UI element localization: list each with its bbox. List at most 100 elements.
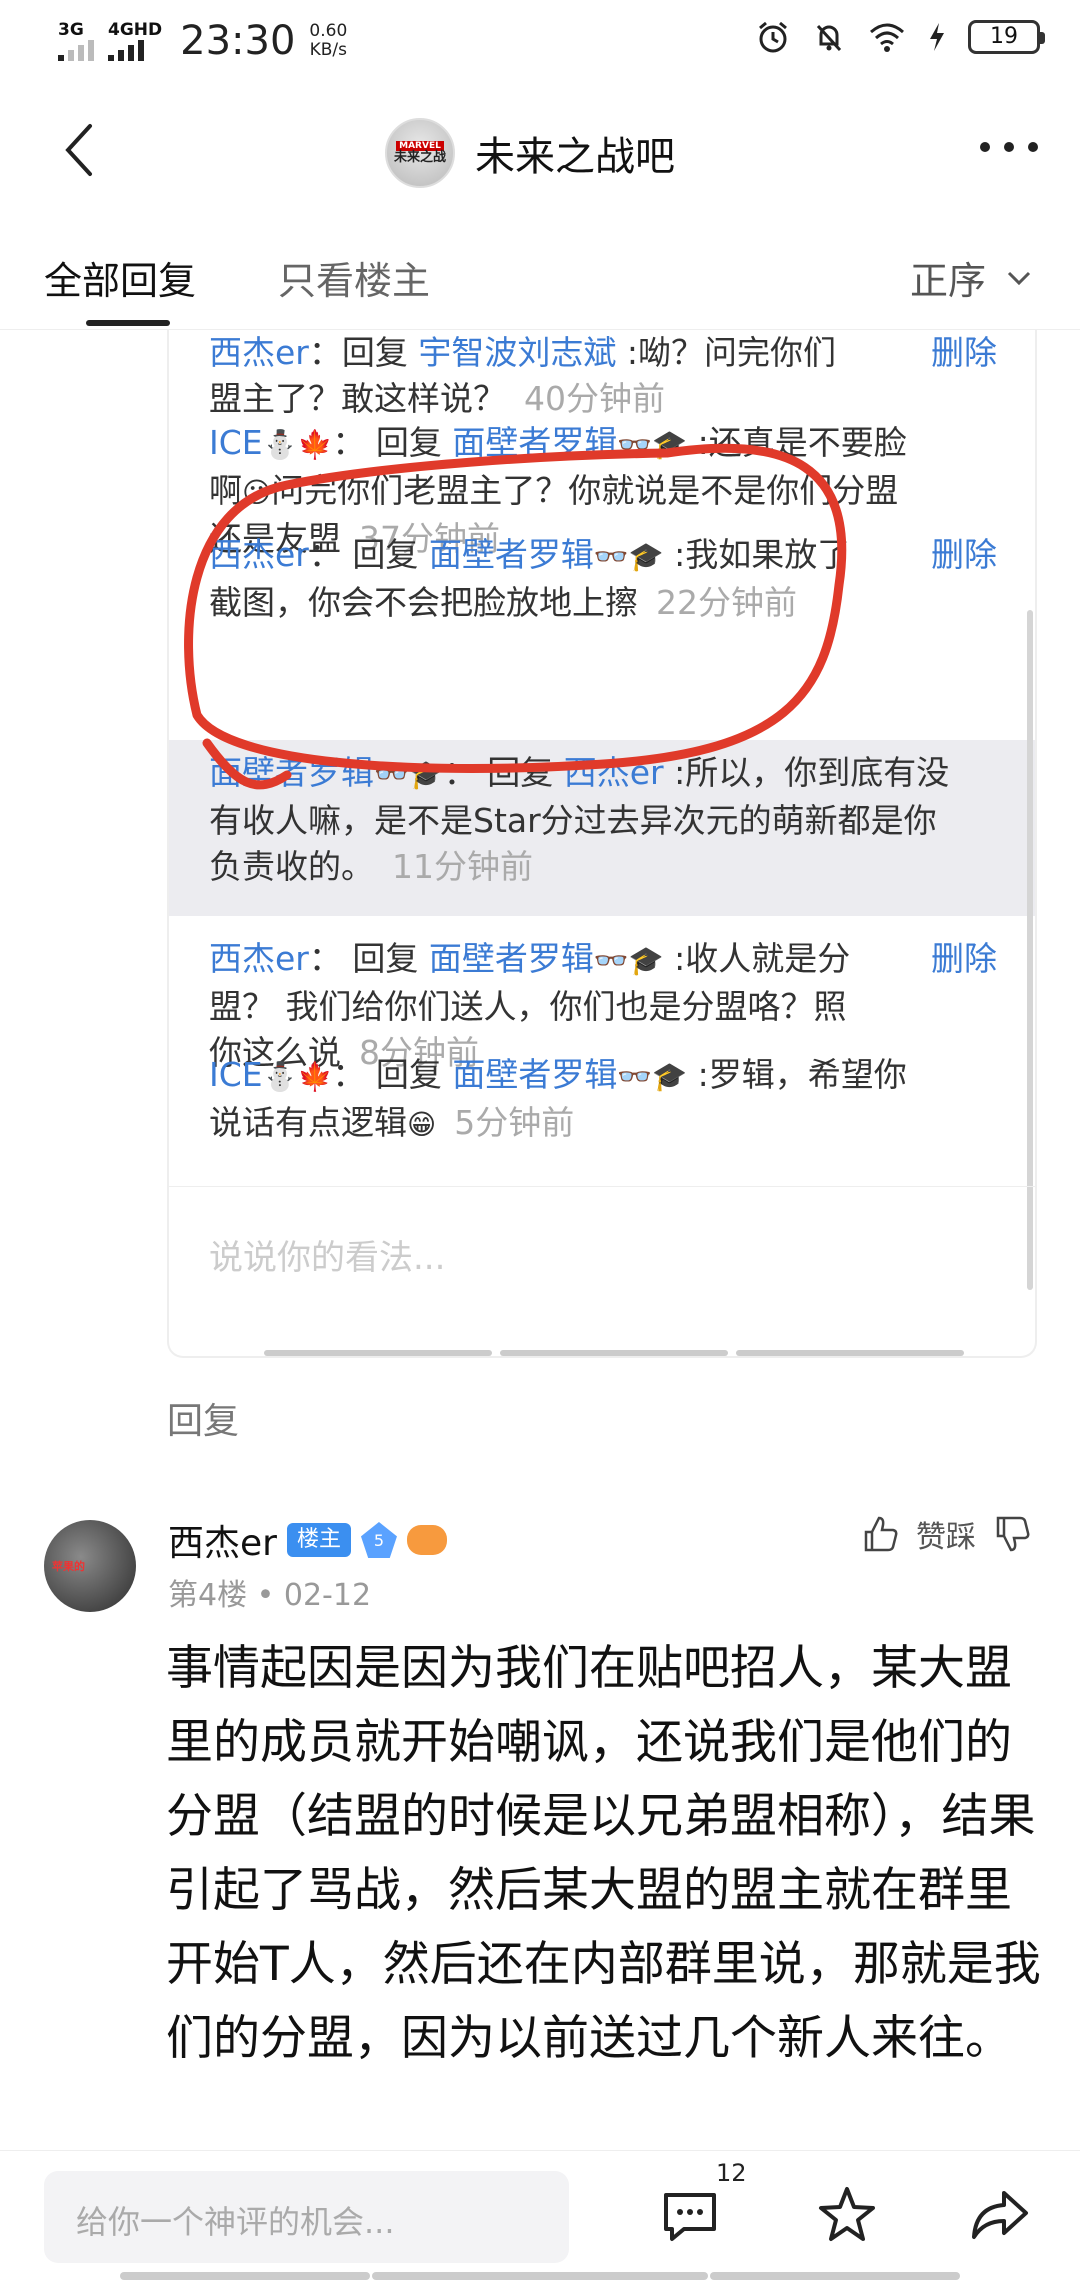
reply-text: :还真是不要脸	[697, 423, 907, 462]
reply-word: 回复	[352, 535, 419, 574]
reply-word: 回复	[341, 333, 408, 372]
reply-text: :所以，你到底有没	[674, 753, 950, 792]
list-item: ICE⛄🍁： 回复 面壁者罗辑👓🎓 :罗辑，希望你 说话有点逻辑😁 5分钟前	[209, 1055, 907, 1142]
tab-all-replies[interactable]: 全部回复	[44, 250, 196, 305]
reply-tabs: 全部回复 只看楼主 正序	[0, 230, 1080, 330]
op-badge: 楼主	[286, 1523, 351, 1557]
sort-dropdown[interactable]: 正序	[910, 250, 1032, 305]
badge-icons: 👓🎓	[617, 1060, 688, 1093]
reply-time: 22分钟前	[656, 583, 797, 622]
badge-icons: 👓🎓	[374, 758, 444, 791]
share-icon[interactable]	[968, 2183, 1032, 2247]
comment-icon[interactable]	[658, 2183, 722, 2247]
reply-user: 西杰er	[209, 333, 309, 372]
reply-text-line: 盟主了？敢这样说？	[209, 379, 506, 418]
gesture-bar	[372, 2272, 708, 2280]
thumbs-up-icon[interactable]	[860, 1514, 900, 1554]
forum-avatar[interactable]: MARVEL 未来之战	[385, 118, 455, 188]
comment-input[interactable]: 给你一个神评的机会...	[44, 2171, 569, 2263]
reply-time: 11分钟前	[392, 847, 533, 886]
nav-bar: MARVEL 未来之战 未来之战吧	[0, 90, 1080, 210]
emoji-icon: 😁	[407, 1108, 437, 1141]
reply-time: 5分钟前	[454, 1103, 575, 1142]
scrollbar	[1027, 610, 1033, 1290]
network-label: 3G	[58, 20, 84, 40]
thumbs-down-icon[interactable]	[992, 1514, 1032, 1554]
reply-text-line: 截图，你会不会把脸放地上擦	[209, 583, 638, 622]
sort-label: 正序	[909, 259, 986, 303]
speed-unit: KB/s	[309, 40, 348, 60]
reply-text-line: 有收人嘛，是不是Star分过去异次元的萌新都是你	[209, 801, 937, 840]
reply-user: ICE	[209, 1055, 263, 1094]
list-item: 西杰er： 回复 面壁者罗辑👓🎓 :我如果放了 截图，你会不会把脸放地上擦 22分…	[209, 535, 851, 622]
delete-link: 删除	[931, 535, 997, 574]
level-badge-icon: 5	[360, 1522, 397, 1558]
signal-bars-icon	[108, 39, 144, 61]
signal-3g: 3G	[58, 21, 94, 61]
clock: 23:30	[180, 18, 296, 64]
network-speed: 0.60 KB/s	[309, 22, 347, 60]
post-author-row: 西杰er 楼主 5	[168, 1514, 447, 1566]
badge-icons: 👓🎓	[617, 428, 688, 461]
post-meta: 第4楼 • 02-12	[168, 1570, 371, 1614]
reply-user: 西杰er	[209, 535, 309, 574]
list-item: 西杰er：回复 宇智波刘志斌 :呦？问完你们 盟主了？敢这样说？ 40分钟前	[209, 333, 836, 418]
more-menu-icon[interactable]	[980, 142, 1038, 152]
back-arrow-icon[interactable]	[60, 120, 100, 180]
snowman-icon: ⛄🍁	[262, 1060, 333, 1093]
reply-user: 西杰er	[209, 939, 309, 978]
emoji-icon: 😐	[242, 476, 272, 509]
tab-op-only[interactable]: 只看楼主	[278, 250, 430, 305]
gamepad-icon	[406, 1525, 447, 1555]
comment-count: 12	[716, 2159, 747, 2187]
alarm-icon	[759, 21, 787, 53]
speed-value: 0.60	[309, 21, 348, 41]
post-date: 02-12	[283, 1578, 372, 1613]
battery-icon: 19	[968, 20, 1045, 54]
reply-word: 回复	[375, 1055, 442, 1094]
mute-bell-icon	[816, 24, 842, 52]
badge-icons: 👓🎓	[593, 944, 664, 977]
reply-target: 面壁者罗辑	[452, 1055, 618, 1094]
like-dislike: 赞踩	[860, 1512, 1032, 1556]
post-author[interactable]: 西杰er	[168, 1514, 277, 1566]
avatar[interactable]: 苹果的	[44, 1520, 136, 1612]
reply-text-line: 盟？ 我们给你们送人，你们也是分盟咯？照	[209, 987, 847, 1026]
reply-user: 面壁者罗辑	[209, 753, 374, 792]
reply-target: 面壁者罗辑	[428, 535, 594, 574]
tab-indicator	[86, 320, 170, 326]
reply-text: :我如果放了	[674, 535, 851, 574]
reply-text-line: 问完你们老盟主了？你就说是不是你们分盟	[271, 471, 899, 510]
status-bar: 3G 4GHD 23:30 0.60 KB/s 19	[0, 0, 1080, 90]
reply-word: 回复	[487, 753, 554, 792]
reply-text-line: 负责收的。	[209, 847, 374, 886]
network-label: 4GHD	[108, 20, 163, 40]
charging-icon	[930, 23, 944, 51]
reply-time: 40分钟前	[524, 379, 665, 418]
forum-title[interactable]: 未来之战吧	[475, 124, 675, 182]
star-icon[interactable]	[815, 2183, 879, 2247]
reply-text: :呦？问完你们	[626, 333, 836, 372]
reply-word: 回复	[375, 423, 442, 462]
reply-target: 西杰er	[563, 753, 664, 792]
delete-link: 删除	[931, 333, 997, 372]
gesture-bar	[710, 2272, 960, 2280]
dot-separator: •	[256, 1578, 284, 1613]
avatar-text: 苹果的	[52, 1560, 85, 1573]
reply-text: :罗辑，希望你	[697, 1055, 907, 1094]
screenshot-input-placeholder: 说说你的看法...	[209, 1238, 446, 1278]
screenshot-bottom-bars	[264, 1350, 964, 1356]
reply-text-line: 说话有点逻辑	[209, 1103, 407, 1142]
wifi-icon	[870, 23, 904, 52]
embedded-screenshot[interactable]: 西杰er：回复 宇智波刘志斌 :呦？问完你们 盟主了？敢这样说？ 40分钟前 删除…	[167, 330, 1037, 1358]
reply-text-line: 啊	[209, 471, 242, 510]
reply-text: :收人就是分	[674, 939, 851, 978]
chevron-down-icon	[1007, 271, 1031, 285]
bottom-bar: 给你一个神评的机会... 12	[0, 2150, 1080, 2280]
reply-target: 面壁者罗辑	[452, 423, 618, 462]
forum-logo-text: 未来之战	[393, 150, 446, 165]
reply-target: 宇智波刘志斌	[418, 333, 617, 372]
snowman-icon: ⛄🍁	[262, 428, 333, 461]
like-label: 赞踩	[916, 1520, 976, 1555]
reply-link[interactable]: 回复	[167, 1392, 239, 1444]
